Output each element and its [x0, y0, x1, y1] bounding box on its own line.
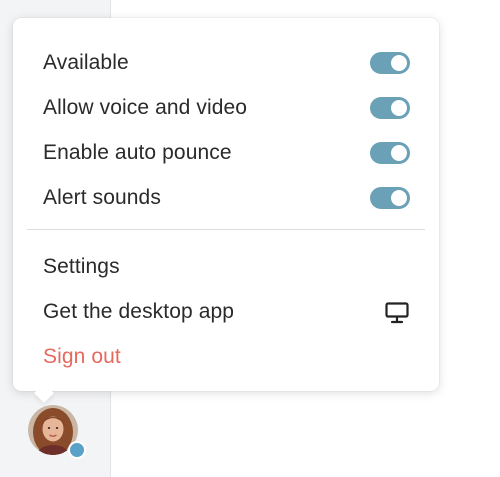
menu-item-settings[interactable]: Settings: [13, 247, 439, 287]
menu-item-label: Available: [43, 51, 129, 74]
menu-item-label: Settings: [43, 255, 120, 278]
sign-out-label: Sign out: [43, 345, 121, 368]
menu-item-alert-sounds[interactable]: Alert sounds: [13, 178, 439, 218]
menu-item-available[interactable]: Available: [13, 43, 439, 83]
voice-video-toggle[interactable]: [370, 97, 410, 119]
available-toggle[interactable]: [370, 52, 410, 74]
menu-divider: [27, 229, 425, 230]
toggle-knob: [391, 145, 407, 161]
auto-pounce-toggle[interactable]: [370, 142, 410, 164]
menu-item-label: Get the desktop app: [43, 300, 235, 323]
alert-sounds-toggle[interactable]: [370, 187, 410, 209]
status-menu: Available Allow voice and video Enable a…: [13, 18, 439, 391]
menu-item-auto-pounce[interactable]: Enable auto pounce: [13, 133, 439, 173]
toggle-knob: [391, 55, 407, 71]
menu-item-desktop-app[interactable]: Get the desktop app: [13, 292, 439, 332]
menu-item-label: Enable auto pounce: [43, 141, 232, 164]
user-avatar-button[interactable]: [28, 405, 86, 459]
toggle-knob: [391, 100, 407, 116]
menu-item-sign-out[interactable]: Sign out: [13, 337, 439, 377]
toggle-knob: [391, 190, 407, 206]
menu-item-label: Alert sounds: [43, 186, 161, 209]
menu-item-label: Allow voice and video: [43, 96, 248, 119]
status-dot: [68, 441, 86, 459]
desktop-icon: [385, 302, 409, 324]
menu-item-allow-voice-video[interactable]: Allow voice and video: [13, 88, 439, 128]
